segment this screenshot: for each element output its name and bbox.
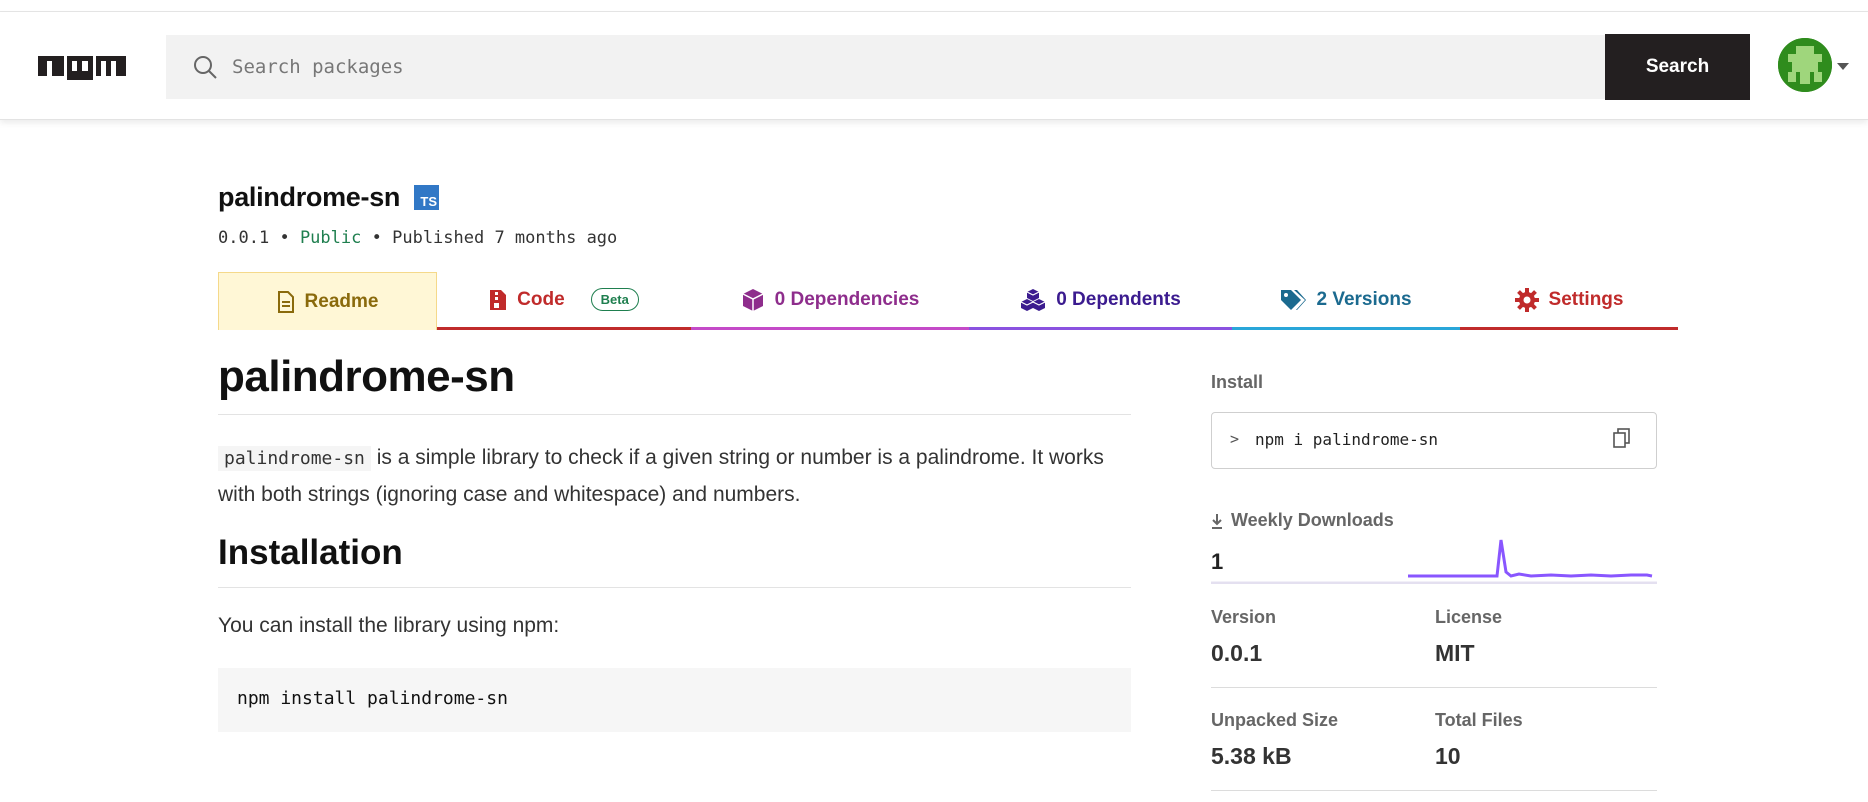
package-name: palindrome-sn (218, 182, 401, 212)
total-files-value: 10 (1435, 743, 1461, 769)
download-icon (1212, 513, 1222, 529)
tab-label: Settings (1548, 288, 1624, 310)
npm-logo[interactable] (38, 52, 126, 80)
top-strip (0, 0, 1868, 12)
version-value: 0.0.1 (1211, 640, 1263, 666)
installation-text: You can install the library using npm: (218, 614, 560, 637)
search-input[interactable] (232, 35, 1532, 99)
avatar[interactable] (1778, 38, 1832, 92)
installation-heading: Installation (218, 533, 1131, 588)
license-label: License (1435, 607, 1503, 627)
tab-dependencies[interactable]: 0 Dependencies (691, 272, 969, 330)
package-meta: 0.0.1 • Public • Published 7 months ago (218, 228, 617, 248)
publish-date: Published 7 months ago (392, 228, 618, 248)
document-icon (277, 290, 294, 313)
chevron-down-icon[interactable] (1837, 63, 1849, 70)
tab-label: 0 Dependencies (774, 288, 920, 310)
install-command: npm i palindrome-sn (1255, 430, 1439, 449)
copy-icon[interactable] (1612, 428, 1632, 450)
total-files-label: Total Files (1435, 710, 1523, 730)
readme-title: palindrome-sn (218, 352, 1131, 415)
gear-icon (1514, 287, 1539, 312)
inline-code: palindrome-sn (218, 446, 371, 471)
meta-separator: • (371, 228, 382, 248)
tab-dependents[interactable]: 0 Dependents (969, 272, 1232, 330)
visibility-status: Public (299, 228, 362, 248)
tab-settings[interactable]: Settings (1460, 272, 1678, 330)
meta-separator: • (279, 228, 290, 248)
cube-icon (742, 288, 763, 311)
beta-badge: Beta (590, 288, 639, 311)
tab-label: 0 Dependents (1056, 288, 1181, 310)
search-icon (194, 56, 217, 79)
tags-icon (1281, 289, 1307, 310)
code-file-icon (490, 289, 507, 310)
divider (1211, 790, 1657, 791)
search-box (166, 35, 1606, 99)
tab-readme[interactable]: Readme (218, 272, 437, 330)
install-command-box[interactable]: > npm i palindrome-sn (1211, 412, 1657, 469)
tab-label: Code (517, 288, 565, 310)
typescript-badge: TS (414, 185, 439, 210)
divider (1211, 687, 1657, 688)
package-version: 0.0.1 (218, 228, 270, 248)
search-button[interactable]: Search (1605, 34, 1750, 100)
tab-label: Readme (304, 290, 379, 312)
weekly-downloads-sparkline (1211, 539, 1657, 584)
site-header: Search (0, 12, 1868, 120)
unpacked-size-value: 5.38 kB (1211, 743, 1292, 769)
tab-code[interactable]: Code Beta (437, 272, 691, 330)
install-label: Install (1211, 372, 1264, 392)
unpacked-size-label: Unpacked Size (1211, 710, 1339, 730)
readme-intro: palindrome-sn is a simple library to che… (218, 440, 1131, 513)
tab-versions[interactable]: 2 Versions (1232, 272, 1460, 330)
tab-label: 2 Versions (1316, 288, 1412, 310)
code-block: npm install palindrome-sn (218, 668, 1131, 732)
license-value: MIT (1435, 640, 1475, 666)
cubes-icon (1020, 288, 1046, 311)
version-label: Version (1211, 607, 1277, 627)
terminal-prompt-icon: > (1230, 430, 1240, 448)
